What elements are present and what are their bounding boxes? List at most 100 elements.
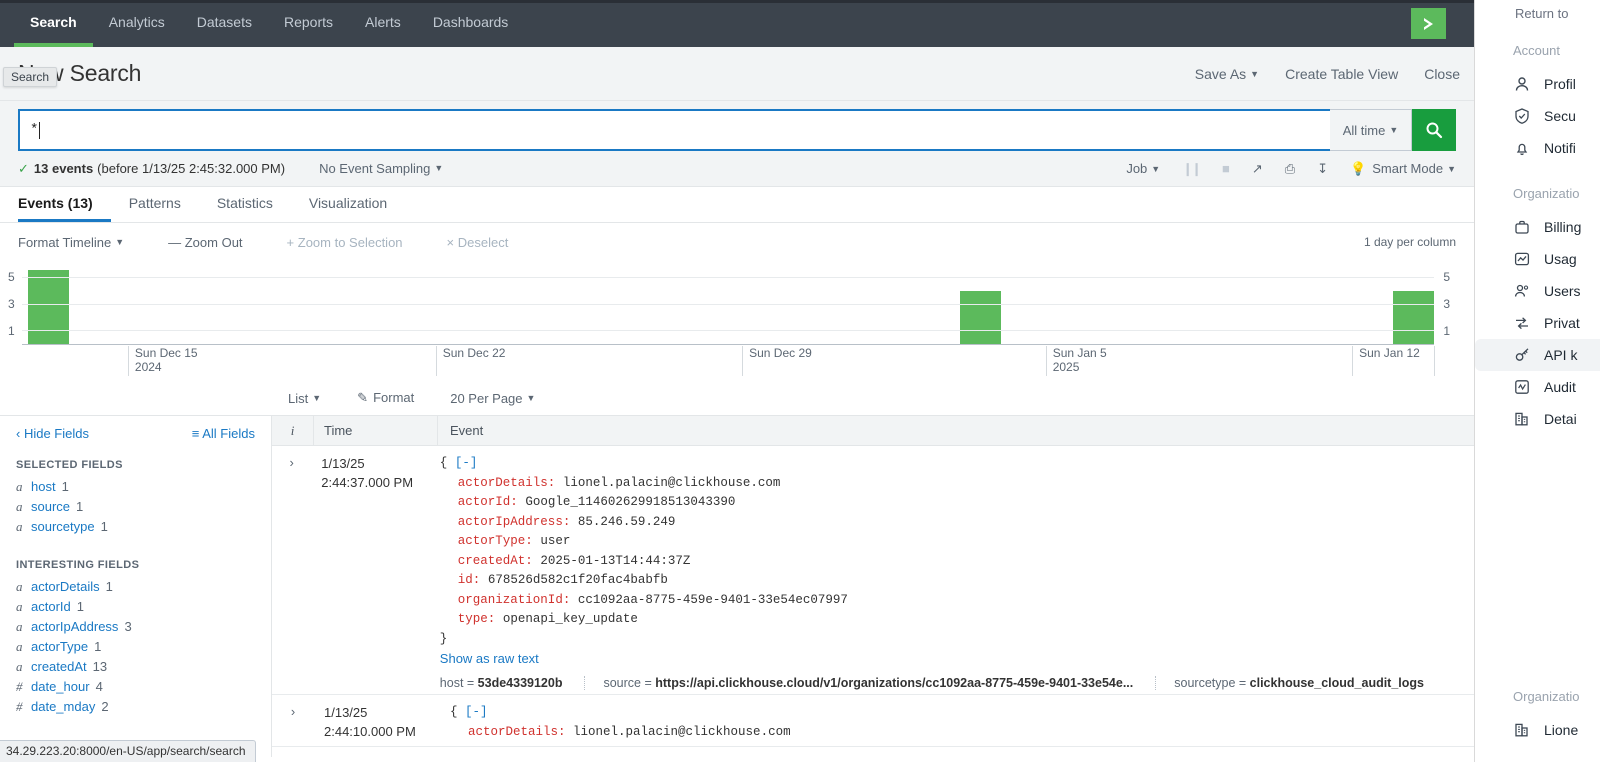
- table-row[interactable]: ›1/13/252:44:37.000 PM{ [-]actorDetails:…: [272, 446, 1474, 695]
- nav-item-dashboards[interactable]: Dashboards: [417, 0, 525, 47]
- json-value[interactable]: user: [533, 534, 571, 548]
- field-name[interactable]: actorType: [31, 639, 88, 654]
- zoom-to-selection-button[interactable]: + Zoom to Selection: [287, 235, 403, 250]
- field-row[interactable]: #date_mday2: [0, 697, 271, 717]
- zoom-out-button[interactable]: — Zoom Out: [168, 235, 242, 250]
- field-name[interactable]: source: [31, 499, 70, 514]
- deselect-button[interactable]: × Deselect: [447, 235, 509, 250]
- stop-icon[interactable]: ■: [1222, 161, 1230, 176]
- json-value[interactable]: cc1092aa-8775-459e-9401-33e54ec07997: [570, 593, 848, 607]
- field-row[interactable]: aactorDetails1: [0, 577, 271, 597]
- metadata-item[interactable]: host = 53de4339120b: [440, 676, 586, 690]
- time-range-picker[interactable]: All time▼: [1330, 109, 1412, 151]
- sidebar-item-privat[interactable]: Privat: [1475, 307, 1600, 339]
- share-icon[interactable]: ↗: [1252, 161, 1263, 177]
- field-row[interactable]: ahost1: [0, 477, 271, 497]
- field-row[interactable]: asource1: [0, 497, 271, 517]
- field-row[interactable]: aactorIpAddress3: [0, 617, 271, 637]
- field-row[interactable]: aactorType1: [0, 637, 271, 657]
- tab-patterns[interactable]: Patterns: [129, 187, 199, 222]
- sidebar-item-detai[interactable]: Detai: [1475, 403, 1600, 435]
- field-name[interactable]: actorDetails: [31, 579, 100, 594]
- per-page-dropdown[interactable]: 20 Per Page▼: [450, 391, 535, 406]
- nav-item-datasets[interactable]: Datasets: [181, 0, 268, 47]
- json-key[interactable]: type:: [458, 612, 496, 626]
- json-key[interactable]: id:: [458, 573, 481, 587]
- view-mode-dropdown[interactable]: List▼: [288, 391, 321, 406]
- json-key[interactable]: actorId:: [458, 495, 518, 509]
- hide-fields-button[interactable]: ‹ Hide Fields: [16, 426, 89, 441]
- field-count: 1: [94, 639, 101, 654]
- field-name[interactable]: host: [31, 479, 56, 494]
- json-value[interactable]: 678526d582c1f20fac4babfb: [480, 573, 668, 587]
- field-row[interactable]: asourcetype1: [0, 517, 271, 537]
- json-key[interactable]: createdAt:: [458, 554, 533, 568]
- app-logo[interactable]: [1411, 8, 1446, 39]
- json-value[interactable]: Google_114602629918513043390: [518, 495, 736, 509]
- format-timeline-dropdown[interactable]: Format Timeline▼: [18, 235, 124, 250]
- json-collapse-toggle[interactable]: [-]: [455, 456, 478, 470]
- sidebar-item-notifi[interactable]: Notifi: [1475, 132, 1600, 164]
- event-sampling-dropdown[interactable]: No Event Sampling▼: [319, 161, 443, 176]
- json-key[interactable]: actorDetails:: [458, 476, 556, 490]
- timeline-bar[interactable]: [960, 291, 1001, 344]
- sidebar-item-apik[interactable]: API k: [1475, 339, 1600, 371]
- json-value[interactable]: 85.246.59.249: [570, 515, 675, 529]
- table-row[interactable]: ›1/13/252:44:10.000 PM{ [-]actorDetails:…: [272, 695, 1474, 747]
- nav-item-analytics[interactable]: Analytics: [93, 0, 181, 47]
- chevron-right-icon[interactable]: ›: [272, 446, 311, 694]
- timeline-chart[interactable]: 113355 Sun Dec 152024Sun Dec 22Sun Dec 2…: [0, 261, 1456, 381]
- json-value[interactable]: lionel.palacin@clickhouse.com: [566, 725, 791, 739]
- sidebar-item-lione[interactable]: Lione: [1475, 714, 1600, 746]
- sidebar-item-profil[interactable]: Profil: [1475, 68, 1600, 100]
- chevron-right-icon[interactable]: ›: [272, 695, 314, 746]
- metadata-item[interactable]: sourcetype = clickhouse_cloud_audit_logs: [1174, 676, 1446, 690]
- json-value[interactable]: lionel.palacin@clickhouse.com: [555, 476, 780, 490]
- return-to-label[interactable]: Return to: [1475, 0, 1600, 21]
- print-icon[interactable]: ⎙: [1285, 161, 1295, 177]
- show-raw-text-link[interactable]: Show as raw text: [440, 651, 539, 666]
- nav-item-search[interactable]: Search: [14, 0, 93, 47]
- search-submit-button[interactable]: [1412, 109, 1456, 151]
- job-dropdown[interactable]: Job▼: [1126, 161, 1160, 176]
- timeline-bar[interactable]: [28, 270, 69, 344]
- tab-events[interactable]: Events (13): [18, 187, 111, 222]
- json-collapse-toggle[interactable]: [-]: [465, 705, 488, 719]
- save-as-button[interactable]: Save As▼: [1195, 66, 1259, 82]
- all-fields-button[interactable]: ≡ All Fields: [192, 426, 255, 441]
- field-name[interactable]: actorId: [31, 599, 71, 614]
- field-name[interactable]: sourcetype: [31, 519, 95, 534]
- pause-icon[interactable]: ❙❙: [1182, 161, 1200, 177]
- timeline-bar[interactable]: [1393, 291, 1434, 344]
- json-value[interactable]: 2025-01-13T14:44:37Z: [533, 554, 691, 568]
- field-name[interactable]: date_mday: [31, 699, 95, 714]
- close-button[interactable]: Close: [1424, 66, 1460, 82]
- json-key[interactable]: actorType:: [458, 534, 533, 548]
- timeline-plot-area[interactable]: [22, 265, 1434, 345]
- field-name[interactable]: createdAt: [31, 659, 87, 674]
- metadata-item[interactable]: source = https://api.clickhouse.cloud/v1…: [603, 676, 1156, 690]
- search-mode-dropdown[interactable]: 💡Smart Mode▼: [1350, 161, 1456, 177]
- create-table-view-button[interactable]: Create Table View: [1285, 66, 1398, 82]
- format-results-button[interactable]: ✎Format: [357, 390, 414, 406]
- field-row[interactable]: acreatedAt13: [0, 657, 271, 677]
- sidebar-item-secu[interactable]: Secu: [1475, 100, 1600, 132]
- nav-item-reports[interactable]: Reports: [268, 0, 349, 47]
- json-value[interactable]: openapi_key_update: [495, 612, 638, 626]
- tab-visualization[interactable]: Visualization: [309, 187, 405, 222]
- sidebar-item-billing[interactable]: Billing: [1475, 211, 1600, 243]
- field-row[interactable]: #date_hour4: [0, 677, 271, 697]
- sidebar-item-users[interactable]: Users: [1475, 275, 1600, 307]
- sidebar-item-audit[interactable]: Audit: [1475, 371, 1600, 403]
- tab-statistics[interactable]: Statistics: [217, 187, 291, 222]
- download-icon[interactable]: ↧: [1317, 161, 1328, 177]
- field-name[interactable]: date_hour: [31, 679, 90, 694]
- field-name[interactable]: actorIpAddress: [31, 619, 118, 634]
- json-key[interactable]: actorIpAddress:: [458, 515, 571, 529]
- field-row[interactable]: aactorId1: [0, 597, 271, 617]
- search-input[interactable]: *: [18, 109, 1330, 151]
- nav-item-alerts[interactable]: Alerts: [349, 0, 417, 47]
- sidebar-item-usag[interactable]: Usag: [1475, 243, 1600, 275]
- json-key[interactable]: actorDetails:: [468, 725, 566, 739]
- json-key[interactable]: organizationId:: [458, 593, 571, 607]
